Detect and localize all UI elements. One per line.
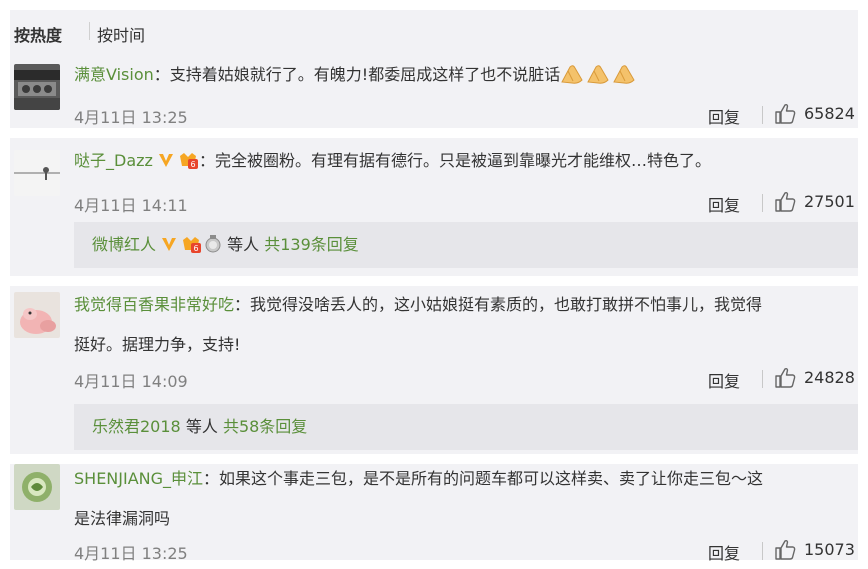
clap-emoji	[560, 63, 586, 85]
reply-button[interactable]: 回复	[708, 540, 740, 564]
clap-emoji	[612, 63, 638, 85]
clap-emoji	[586, 63, 612, 85]
meta-divider	[762, 106, 763, 124]
avatar[interactable]	[14, 64, 60, 110]
comment-text-line2: 挺好。据理力争，支持!	[74, 335, 241, 354]
comment-body: 哒子_Dazz 6 ：完全被圈粉。有理有据有德行。只是被逼到靠曝光才能维权…特色了。	[74, 146, 858, 175]
meta-divider	[762, 370, 763, 388]
thumbs-up-icon[interactable]	[774, 539, 796, 561]
like-count: 24828	[804, 368, 855, 387]
comment-divider	[10, 128, 858, 138]
comment-body: 满意Vision：支持着姑娘就行了。有魄力!都委屈成这样了也不说脏话	[74, 60, 858, 89]
sort-bar: 按热度 按时间	[10, 10, 858, 54]
comment-item: 满意Vision：支持着姑娘就行了。有魄力!都委屈成这样了也不说脏话 4月11日…	[10, 54, 858, 128]
thumbs-up-icon[interactable]	[774, 191, 796, 213]
comment-body-continued: 挺好。据理力争，支持!	[74, 330, 858, 359]
comment-item: 哒子_Dazz 6 ：完全被圈粉。有理有据有德行。只是被逼到靠曝光才能维权…特色了。…	[10, 138, 858, 276]
thumbs-up-icon[interactable]	[774, 367, 796, 389]
vip-badge-icon: 6	[179, 153, 198, 169]
comment-body: SHENJIANG_申江：如果这个事走三包，是不是所有的问题车都可以这样卖、卖了…	[74, 464, 858, 493]
comment-time: 4月11日 13:25	[74, 108, 188, 127]
comment-item: 我觉得百香果非常好吃：我觉得没啥丢人的，这小姑娘挺有素质的，也敢打敢拼不怕事儿，…	[10, 286, 858, 454]
sub-reply-user[interactable]: 乐然君2018	[92, 417, 181, 436]
avatar[interactable]	[14, 292, 60, 338]
sub-reply-deng: 等人	[227, 235, 260, 254]
svg-text:6: 6	[193, 244, 198, 253]
colon: ：	[203, 469, 220, 488]
meta-divider	[762, 194, 763, 212]
comment-item: SHENJIANG_申江：如果这个事走三包，是不是所有的问题车都可以这样卖、卖了…	[10, 464, 858, 563]
comment-text-line1: 我觉得没啥丢人的，这小姑娘挺有素质的，也敢打敢拼不怕事儿，我觉得	[250, 295, 763, 314]
vip-badge-icon: 6	[183, 237, 202, 253]
reply-button[interactable]: 回复	[708, 368, 740, 392]
avatar[interactable]	[14, 150, 60, 196]
meta-divider	[762, 542, 763, 560]
comment-time: 4月11日 13:25	[74, 544, 188, 563]
colon: ：	[198, 151, 215, 170]
sub-reply-total-link[interactable]: 共139条回复	[264, 235, 359, 254]
colon: ：	[234, 295, 251, 314]
comment-body: 我觉得百香果非常好吃：我觉得没啥丢人的，这小姑娘挺有素质的，也敢打敢拼不怕事儿，…	[74, 290, 858, 319]
comments-panel: 按热度 按时间 满意Vision：支持着姑娘就行了。有魄力!都委屈成这样了也不说…	[10, 10, 858, 563]
comment-time: 4月11日 14:09	[74, 372, 188, 391]
comment-text-line1: 如果这个事走三包，是不是所有的问题车都可以这样卖、卖了让你走三包～这	[219, 469, 764, 488]
svg-text:6: 6	[190, 160, 195, 169]
username-link[interactable]: 哒子_Dazz	[74, 151, 153, 170]
username-link[interactable]: 我觉得百香果非常好吃	[74, 295, 234, 314]
comment-text: 完全被圈粉。有理有据有德行。只是被逼到靠曝光才能维权…特色了。	[214, 151, 711, 170]
verified-v-icon	[162, 238, 177, 251]
comment-text: 支持着姑娘就行了。有魄力!都委屈成这样了也不说脏话	[169, 65, 561, 84]
comment-divider	[10, 454, 858, 464]
sort-by-time-tab[interactable]: 按时间	[97, 22, 145, 46]
thumbs-up-icon[interactable]	[774, 103, 796, 125]
comment-text-line2: 是法律漏洞吗	[74, 509, 171, 528]
sort-divider	[89, 22, 90, 40]
username-link[interactable]: SHENJIANG_申江	[74, 469, 203, 488]
like-count: 27501	[804, 192, 855, 211]
colon: ：	[153, 65, 170, 84]
verified-v-icon	[158, 154, 173, 167]
sort-by-hot-tab[interactable]: 按热度	[14, 22, 62, 46]
medal-icon	[205, 235, 221, 253]
like-count: 65824	[804, 104, 855, 123]
like-count: 15073	[804, 540, 855, 559]
reply-button[interactable]: 回复	[708, 104, 740, 128]
comment-body-continued: 是法律漏洞吗	[74, 504, 858, 533]
comment-divider	[10, 276, 858, 286]
avatar[interactable]	[14, 464, 60, 510]
sub-replies-box[interactable]: 乐然君2018 等人 共58条回复	[74, 404, 858, 450]
sub-reply-user[interactable]: 微博红人	[92, 235, 156, 254]
username-link[interactable]: 满意Vision	[74, 65, 154, 84]
sub-reply-total-link[interactable]: 共58条回复	[223, 417, 307, 436]
comment-time: 4月11日 14:11	[74, 196, 188, 215]
sub-reply-deng: 等人	[185, 417, 218, 436]
reply-button[interactable]: 回复	[708, 192, 740, 216]
sub-replies-box[interactable]: 微博红人 6 等人 共139条回复	[74, 222, 858, 268]
